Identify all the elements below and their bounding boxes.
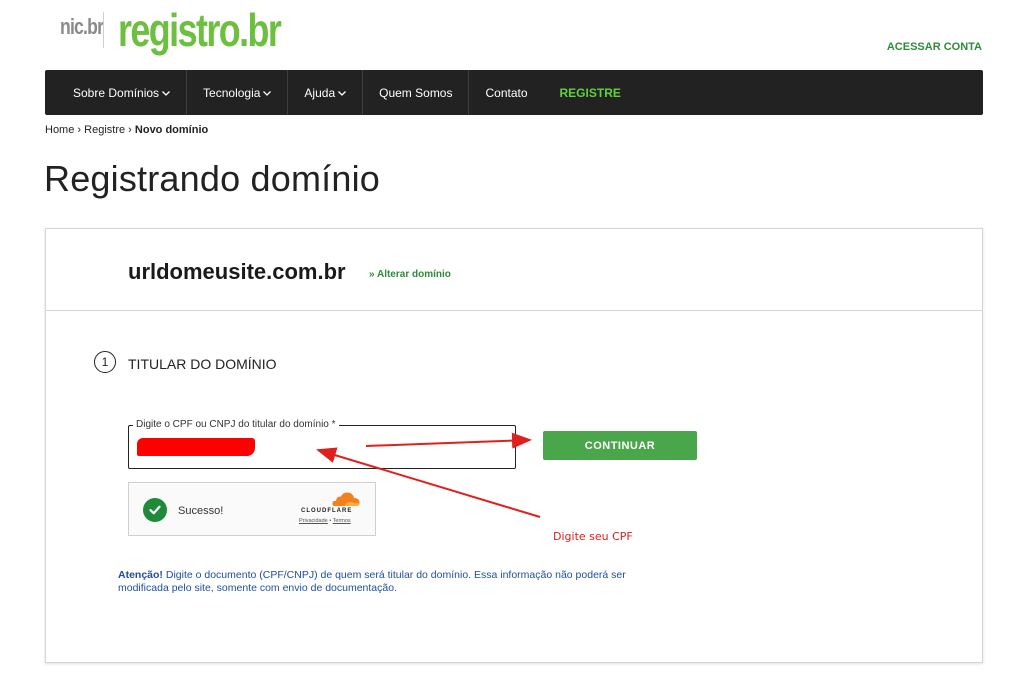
page-title: Registrando domínio [44, 158, 380, 199]
step-title: TITULAR DO DOMÍNIO [128, 356, 277, 372]
nav-item-label: REGISTRE [559, 85, 621, 100]
nav-item-label: Contato [485, 85, 528, 100]
cpf-hint-annotation: Digite seu CPF [553, 530, 633, 543]
nav-item-label: Ajuda [304, 85, 336, 100]
nic-logo[interactable]: nic.br [60, 14, 104, 40]
cpf-cnpj-field[interactable]: Digite o CPF ou CNPJ do titular do domín… [128, 419, 516, 469]
nav-item-ajuda[interactable]: Ajuda [288, 70, 364, 115]
logo-divider [103, 12, 104, 48]
domain-name: urldomeusite.com.br [128, 259, 346, 284]
attention-label: Atenção! [118, 569, 163, 581]
nav-item-label: Sobre Domínios [73, 85, 160, 100]
site-header: nic.br registro.br ACESSAR CONTA [0, 0, 1024, 70]
terms-link[interactable]: Termos [333, 518, 351, 524]
nav-item-contato[interactable]: Contato [469, 70, 543, 115]
step-number-badge: 1 [94, 351, 116, 373]
cloudflare-captcha[interactable]: Sucesso! CLOUDFLARE Privacidade • Termos [128, 482, 376, 536]
breadcrumb-separator: › [77, 124, 82, 136]
cloud-icon [332, 492, 360, 506]
cloudflare-brand: CLOUDFLARE [301, 508, 353, 514]
redacted-value [137, 438, 255, 456]
registro-logo[interactable]: registro.br [118, 4, 282, 56]
main-nav: Sobre Domínios Tecnologia Ajuda Quem Som… [45, 70, 983, 115]
nav-item-quem-somos[interactable]: Quem Somos [363, 70, 470, 115]
chevron-down-icon [162, 88, 171, 98]
breadcrumb-registre[interactable]: Registre [84, 124, 125, 136]
chevron-down-icon [338, 88, 347, 98]
nav-item-tecnologia[interactable]: Tecnologia [187, 70, 289, 115]
continuar-button[interactable]: CONTINUAR [543, 431, 697, 460]
card-header: urldomeusite.com.br » Alterar domínio [46, 229, 982, 311]
captcha-status: Sucesso! [178, 505, 224, 517]
breadcrumb-separator: › [128, 124, 132, 136]
acessar-conta-link[interactable]: ACESSAR CONTA [887, 41, 982, 53]
privacy-link[interactable]: Privacidade [299, 518, 328, 524]
breadcrumb-current: Novo domínio [134, 124, 209, 136]
nav-item-sobre-dominios[interactable]: Sobre Domínios [45, 70, 188, 115]
nav-item-label: Quem Somos [379, 85, 453, 100]
check-circle-icon [143, 498, 167, 522]
attention-notice: Atenção! Digite o documento (CPF/CNPJ) d… [118, 569, 678, 595]
breadcrumb-home[interactable]: Home [45, 124, 74, 136]
links-separator: • [329, 518, 332, 524]
alterar-dominio-link[interactable]: » Alterar domínio [369, 269, 451, 280]
registration-card: urldomeusite.com.br » Alterar domínio 1 … [45, 228, 983, 663]
attention-text: Digite o documento (CPF/CNPJ) de quem se… [118, 569, 626, 594]
breadcrumb: Home › Registre › Novo domínio [45, 124, 208, 136]
nav-item-label: Tecnologia [203, 85, 261, 100]
chevron-down-icon [263, 88, 272, 98]
nav-item-registre[interactable]: REGISTRE [544, 70, 637, 115]
captcha-links: Privacidade • Termos [299, 518, 351, 524]
cpf-cnpj-label: Digite o CPF ou CNPJ do titular do domín… [133, 419, 339, 430]
